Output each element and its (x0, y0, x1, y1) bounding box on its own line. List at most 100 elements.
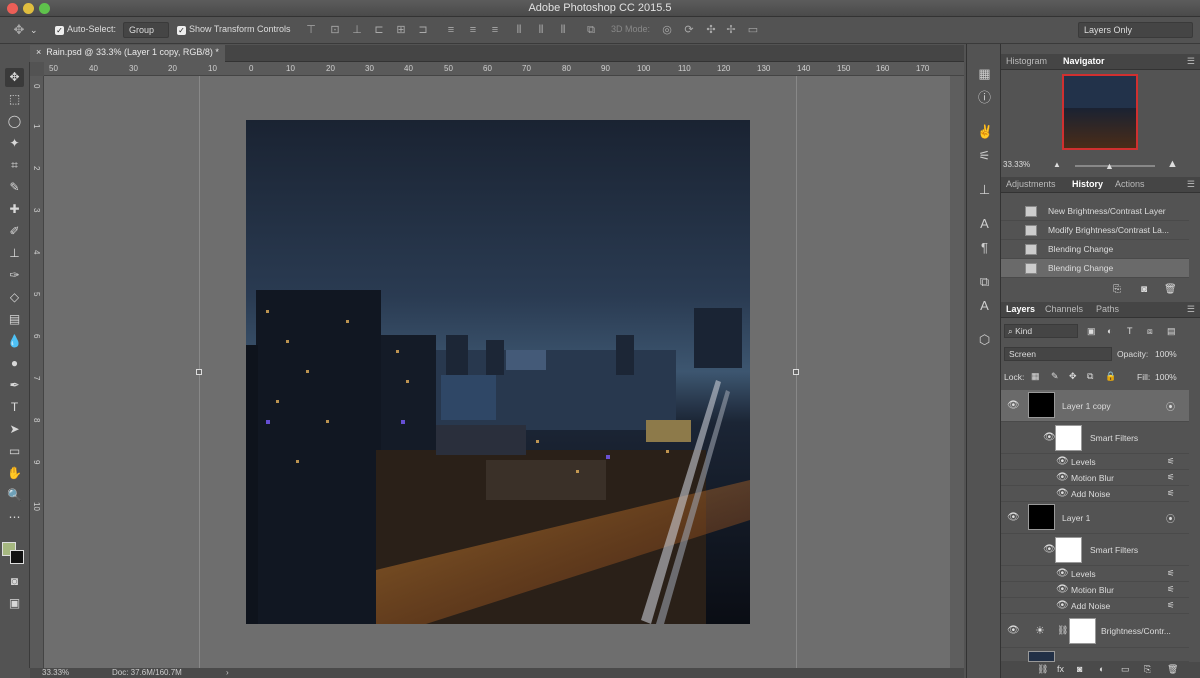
new-snapshot-icon[interactable]: ◙ (1141, 284, 1147, 295)
blend-mode-dropdown[interactable]: Screen (1004, 347, 1112, 361)
add-mask-icon[interactable]: ◙ (1077, 664, 1082, 674)
new-layer-icon[interactable]: ⎘ (1144, 664, 1151, 675)
distribute-bottom-icon[interactable]: ≡ (488, 23, 502, 37)
transform-handle-right[interactable] (793, 369, 799, 375)
hand-tool-icon[interactable]: ✋ (5, 464, 24, 483)
eye-icon[interactable]: 👁 (1043, 432, 1056, 443)
tab-paths[interactable]: Paths (1096, 304, 1119, 314)
brush-settings-panel-icon[interactable]: ⚟ (977, 148, 992, 163)
new-group-icon[interactable]: ▭ (1121, 664, 1130, 675)
transform-handle-left[interactable] (196, 369, 202, 375)
canvas-scrollbar[interactable] (950, 76, 964, 668)
panel-menu-icon[interactable]: ☰ (1187, 179, 1195, 190)
distribute-hcenter-icon[interactable]: ⦀ (534, 23, 548, 37)
filter-row[interactable]: 👁 Add Noise ⚟ (1001, 598, 1189, 614)
zoom-out-icon[interactable]: ▲ (1053, 160, 1061, 169)
filter-options-icon[interactable]: ⚟ (1167, 600, 1175, 611)
smart-filter-toggle-icon[interactable]: ⦿ (1166, 512, 1175, 525)
zoom-tool-icon[interactable]: 🔍 (5, 486, 24, 505)
filter-options-icon[interactable]: ⚟ (1167, 456, 1175, 467)
lock-transparent-icon[interactable]: ▦ (1031, 371, 1040, 382)
rectangle-tool-icon[interactable]: ▭ (5, 442, 24, 461)
lock-position-icon[interactable]: ✥ (1069, 371, 1077, 382)
3d-pan-icon[interactable]: ✣ (704, 23, 718, 37)
link-icon[interactable]: ⛓ (1057, 625, 1068, 636)
eraser-tool-icon[interactable]: ◇ (5, 288, 24, 307)
marquee-tool-icon[interactable]: ⬚ (5, 90, 24, 109)
link-layers-icon[interactable]: ⛓ (1037, 664, 1048, 675)
filter-options-icon[interactable]: ⚟ (1167, 584, 1175, 595)
filter-adjustment-icon[interactable]: ◐ (1107, 326, 1112, 336)
lock-artboard-icon[interactable]: ⧉ (1087, 371, 1093, 382)
pen-tool-icon[interactable]: ✒ (5, 376, 24, 395)
filter-type-icon[interactable]: T (1127, 326, 1133, 336)
opacity-value[interactable]: 100% (1155, 349, 1177, 359)
navigator-zoom[interactable]: 33.33% (1003, 160, 1030, 169)
fill-value[interactable]: 100% (1155, 372, 1177, 382)
character-styles-icon[interactable]: A (977, 298, 992, 313)
layer-filter-kind-dropdown[interactable]: ⌕ Kind (1004, 324, 1078, 338)
eyedropper-tool-icon[interactable]: ✎ (5, 178, 24, 197)
new-document-from-state-icon[interactable]: ⎘ (1113, 284, 1121, 295)
status-menu-chevron-icon[interactable]: › (226, 668, 229, 677)
smart-filters-row[interactable]: 👁 Smart Filters (1001, 534, 1189, 566)
layer-style-icon[interactable]: fx (1057, 664, 1064, 674)
3d-orbit-icon[interactable]: ◎ (660, 23, 674, 37)
filter-options-icon[interactable]: ⚟ (1167, 568, 1175, 579)
eye-icon[interactable]: 👁 (1056, 456, 1069, 467)
move-tool-icon[interactable]: ✥ (5, 68, 24, 87)
filter-shape-icon[interactable]: ⧈ (1147, 326, 1153, 337)
show-transform-controls-checkbox[interactable]: ✓ Show Transform Controls (177, 24, 291, 35)
eye-icon[interactable]: 👁 (1056, 568, 1069, 579)
dodge-tool-icon[interactable]: ● (5, 354, 24, 373)
3d-slide-icon[interactable]: ✢ (724, 23, 738, 37)
close-icon[interactable]: × (36, 47, 41, 57)
history-item[interactable]: Modify Brightness/Contrast La... (1001, 221, 1189, 240)
lock-all-icon[interactable]: 🔒 (1105, 371, 1116, 382)
brush-tool-icon[interactable]: ✐ (5, 222, 24, 241)
swatches-panel-icon[interactable]: ▦ (977, 66, 992, 81)
tab-navigator[interactable]: Navigator (1063, 56, 1105, 66)
clone-stamp-tool-icon[interactable]: ⊥ (5, 244, 24, 263)
layer-row[interactable]: 👁 Layer 1 ⦿ (1001, 502, 1189, 534)
align-bottom-icon[interactable]: ⊥ (350, 23, 364, 37)
eye-icon[interactable]: 👁 (1056, 600, 1069, 611)
filter-options-icon[interactable]: ⚟ (1167, 472, 1175, 483)
auto-select-checkbox[interactable]: ✓ Auto-Select: (55, 24, 116, 35)
character-panel-icon[interactable]: A (977, 216, 992, 231)
align-left-icon[interactable]: ⊏ (372, 23, 386, 37)
document-canvas[interactable] (44, 76, 950, 668)
eye-icon[interactable]: 👁 (1043, 544, 1056, 555)
tab-channels[interactable]: Channels (1045, 304, 1083, 314)
filter-row[interactable]: 👁 Motion Blur ⚟ (1001, 470, 1189, 486)
auto-select-dropdown[interactable]: Group (123, 22, 169, 38)
distribute-center-icon[interactable]: ≡ (466, 23, 480, 37)
smart-filter-toggle-icon[interactable]: ⦿ (1166, 400, 1175, 413)
delete-state-icon[interactable]: 🗑 (1164, 284, 1177, 295)
workspace-dropdown[interactable]: Layers Only (1078, 22, 1193, 38)
tab-adjustments[interactable]: Adjustments (1006, 179, 1056, 189)
history-item[interactable]: New Brightness/Contrast Layer (1001, 202, 1189, 221)
3d-scale-icon[interactable]: ▭ (746, 23, 760, 37)
path-selection-tool-icon[interactable]: ➤ (5, 420, 24, 439)
align-vertical-center-icon[interactable]: ⊡ (328, 23, 342, 37)
eye-icon[interactable]: 👁 (1007, 512, 1020, 523)
glyphs-panel-icon[interactable]: ⧉ (977, 274, 992, 289)
zoom-slider-thumb[interactable]: ▲ (1105, 161, 1114, 171)
layer-row-selected[interactable]: 👁 Layer 1 copy ⦿ (1001, 390, 1189, 422)
smart-filters-row[interactable]: 👁 Smart Filters (1001, 422, 1189, 454)
lasso-tool-icon[interactable]: ◯ (5, 112, 24, 131)
navigator-preview[interactable] (1062, 74, 1138, 150)
align-horizontal-center-icon[interactable]: ⊞ (394, 23, 408, 37)
auto-align-icon[interactable]: ⧉ (584, 23, 598, 37)
healing-brush-tool-icon[interactable]: ✚ (5, 200, 24, 219)
filter-smart-object-icon[interactable]: ▤ (1167, 326, 1176, 337)
lock-image-icon[interactable]: ✎ (1051, 371, 1059, 382)
filter-row[interactable]: 👁 Motion Blur ⚟ (1001, 582, 1189, 598)
info-panel-icon[interactable]: ⓘ (977, 90, 992, 105)
distribute-right-icon[interactable]: ⦀ (556, 23, 570, 37)
move-tool-icon[interactable]: ✥ (12, 23, 26, 37)
brushes-panel-icon[interactable]: ✌ (977, 124, 993, 139)
eye-icon[interactable]: 👁 (1056, 472, 1069, 483)
eye-icon[interactable]: 👁 (1056, 488, 1069, 499)
